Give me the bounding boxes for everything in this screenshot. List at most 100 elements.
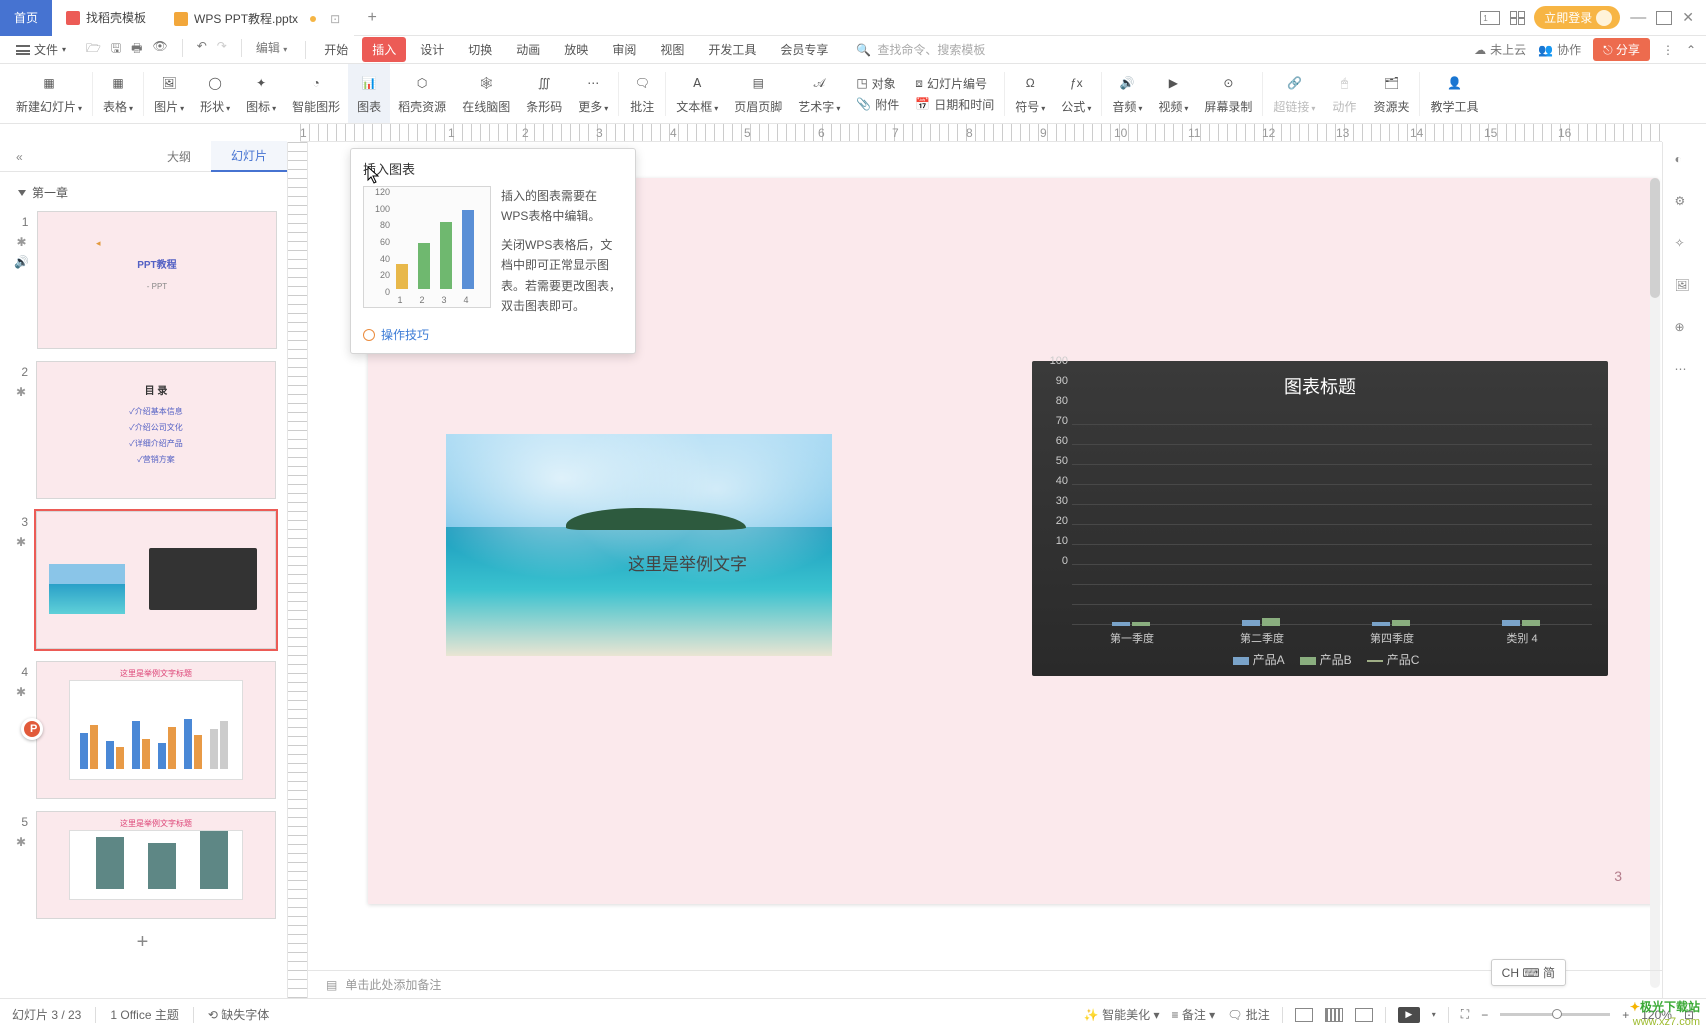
minimize-button[interactable]: — <box>1630 9 1646 27</box>
teaching-tools-button[interactable]: 👤教学工具 <box>1422 64 1486 123</box>
redo-icon[interactable]: ↷ <box>217 39 227 60</box>
tab-home[interactable]: 首页 <box>0 0 52 36</box>
tab-outline[interactable]: 大纲 <box>147 142 211 171</box>
new-slide-button[interactable]: ▦新建幻灯片▾ <box>8 64 90 123</box>
tab-start[interactable]: 开始 <box>314 37 358 62</box>
app-grid-icon[interactable] <box>1510 11 1524 25</box>
horizontal-ruler[interactable]: 112345678910111213141516 <box>300 124 1662 142</box>
tab-view[interactable]: 视图 <box>650 37 694 62</box>
collapse-ribbon-icon[interactable]: ⌃ <box>1686 43 1696 57</box>
sidebar-tools-icon[interactable]: ⚙ <box>1675 194 1695 214</box>
tab-pin-icon[interactable]: ⊡ <box>330 12 340 26</box>
tab-slides[interactable]: 幻灯片 <box>211 141 287 172</box>
symbol-button[interactable]: Ω符号▾ <box>1007 64 1053 123</box>
normal-view-button[interactable] <box>1295 1008 1313 1022</box>
icons-button[interactable]: ✦图标▾ <box>238 64 284 123</box>
smartart-button[interactable]: ◔智能图形 <box>284 64 348 123</box>
cloud-status[interactable]: ☁未上云 <box>1474 41 1526 58</box>
slideshow-button[interactable]: ▶ <box>1398 1007 1420 1023</box>
command-search[interactable]: 🔍 查找命令、搜索模板 <box>856 41 985 58</box>
edit-dropdown[interactable]: 编辑 ▾ <box>256 39 287 60</box>
caption-text[interactable]: 这里是举例文字 <box>628 550 747 575</box>
comments-toggle[interactable]: 🗨 批注 <box>1227 1006 1270 1023</box>
chart-button[interactable]: 📊图表 <box>348 64 390 123</box>
video-button[interactable]: ▶视频▾ <box>1150 64 1196 123</box>
more-insert-button[interactable]: ⋯更多▾ <box>570 64 616 123</box>
print-preview-icon[interactable]: 👁 <box>152 39 167 60</box>
header-footer-button[interactable]: ▤页眉页脚 <box>726 64 790 123</box>
slide-number-button[interactable]: ⧈幻灯片编号 <box>915 75 994 92</box>
datetime-button[interactable]: 📅日期和时间 <box>915 96 994 113</box>
print-icon[interactable]: 🖶 <box>131 39 142 60</box>
screen-record-button[interactable]: ⊙屏幕录制 <box>1196 64 1260 123</box>
picture-button[interactable]: 🖼图片▾ <box>146 64 192 123</box>
thumbnail-list[interactable]: 第一章 1✱🔊 ◂ PPT教程 - PPT 2✱ 目 录 ✓介绍基本信息 ✓介绍… <box>0 172 287 998</box>
tab-template[interactable]: 找稻壳模板 <box>52 0 160 36</box>
reading-view-button[interactable] <box>1355 1008 1373 1022</box>
sidebar-expand-icon[interactable]: ◐ <box>1675 152 1695 172</box>
vertical-scrollbar[interactable] <box>1650 178 1660 988</box>
barcode-button[interactable]: ∭条形码 <box>518 64 570 123</box>
resource-folder-button[interactable]: 🗂资源夹 <box>1365 64 1417 123</box>
notes-area[interactable]: ▤ 单击此处添加备注 <box>308 970 1662 998</box>
tab-design[interactable]: 设计 <box>410 37 454 62</box>
shapes-button[interactable]: ◯形状▾ <box>192 64 238 123</box>
open-icon[interactable]: 🗁 <box>86 39 101 60</box>
tab-devtools[interactable]: 开发工具 <box>698 37 766 62</box>
zoom-slider[interactable] <box>1500 1013 1610 1016</box>
collab-button[interactable]: 👥协作 <box>1538 41 1581 58</box>
share-button[interactable]: ⎋ 分享 <box>1593 38 1650 61</box>
login-button[interactable]: 立即登录 <box>1534 6 1620 29</box>
wordart-button[interactable]: 𝒜艺术字▾ <box>790 64 848 123</box>
vertical-ruler[interactable] <box>288 142 308 998</box>
table-button[interactable]: ▦表格▾ <box>95 64 141 123</box>
tab-slideshow[interactable]: 放映 <box>554 37 598 62</box>
slide-thumb-1[interactable]: 1✱🔊 ◂ PPT教程 - PPT <box>0 205 285 355</box>
tab-vip[interactable]: 会员专享 <box>770 37 838 62</box>
slide-thumb-3[interactable]: 3✱ <box>0 505 285 655</box>
tooltip-tips-link[interactable]: 操作技巧 <box>363 326 623 343</box>
sidebar-image-icon[interactable]: 🖼 <box>1675 278 1695 298</box>
textbox-button[interactable]: 𝖠文本框▾ <box>668 64 726 123</box>
tab-transition[interactable]: 切换 <box>458 37 502 62</box>
save-icon[interactable]: 🖫 <box>111 39 121 60</box>
tab-review[interactable]: 审阅 <box>602 37 646 62</box>
sidebar-animation-icon[interactable]: ✧ <box>1675 236 1695 256</box>
embedded-chart[interactable]: 图表标题 产品A 产品B 产品C 0102030405060708090100第… <box>1032 361 1608 676</box>
beautify-button[interactable]: ✨ 智能美化 ▾ <box>1084 1006 1160 1023</box>
zoom-in-button[interactable]: + <box>1622 1008 1629 1022</box>
tab-animation[interactable]: 动画 <box>506 37 550 62</box>
new-tab-button[interactable]: + <box>354 9 390 27</box>
slide-thumb-2[interactable]: 2✱ 目 录 ✓介绍基本信息 ✓介绍公司文化 ✓详细介绍产品 ✓营销方案 <box>0 355 285 505</box>
collapse-panel-icon[interactable]: « <box>10 150 29 164</box>
slide-thumb-5[interactable]: 5✱ 这里是举例文字标题 <box>0 805 285 925</box>
action-button[interactable]: 🖱动作 <box>1323 64 1365 123</box>
maximize-button[interactable] <box>1656 11 1672 25</box>
fit-button[interactable]: ⛶ <box>1461 1007 1469 1022</box>
object-button[interactable]: ◳对象 <box>856 75 899 92</box>
beach-image[interactable] <box>446 434 832 656</box>
layout-icon[interactable]: 1 <box>1480 11 1500 25</box>
tab-insert[interactable]: 插入 <box>362 37 406 62</box>
file-menu[interactable]: 文件▾ <box>10 41 72 58</box>
slide-thumb-4[interactable]: 4✱ 这里是举例文字标题 <box>0 655 285 805</box>
more-menu-icon[interactable]: ⋮ <box>1662 43 1674 57</box>
sorter-view-button[interactable] <box>1325 1008 1343 1022</box>
notes-toggle[interactable]: ≡ 备注 ▾ <box>1171 1006 1215 1023</box>
zoom-out-button[interactable]: − <box>1481 1008 1488 1022</box>
equation-button[interactable]: ƒx公式▾ <box>1053 64 1099 123</box>
add-slide-button[interactable]: + <box>0 925 285 960</box>
sidebar-more-icon[interactable]: ⋯ <box>1675 362 1695 382</box>
ime-indicator[interactable]: CH ⌨ 简 <box>1491 959 1566 986</box>
audio-button[interactable]: 🔊音频▾ <box>1104 64 1150 123</box>
tab-document[interactable]: WPS PPT教程.pptx ⊡ <box>160 0 354 36</box>
comment-button[interactable]: 🗨批注 <box>621 64 663 123</box>
undo-icon[interactable]: ↶ <box>197 39 207 60</box>
sidebar-text-icon[interactable]: ⊕ <box>1675 320 1695 340</box>
section-header[interactable]: 第一章 <box>0 180 285 205</box>
docer-resource-button[interactable]: ⬡稻壳资源 <box>390 64 454 123</box>
missing-font-button[interactable]: ⟲ 缺失字体 <box>208 1006 269 1023</box>
mindmap-button[interactable]: 🕸在线脑图 <box>454 64 518 123</box>
close-window-button[interactable]: ✕ <box>1682 9 1694 26</box>
hyperlink-button[interactable]: 🔗超链接▾ <box>1265 64 1323 123</box>
